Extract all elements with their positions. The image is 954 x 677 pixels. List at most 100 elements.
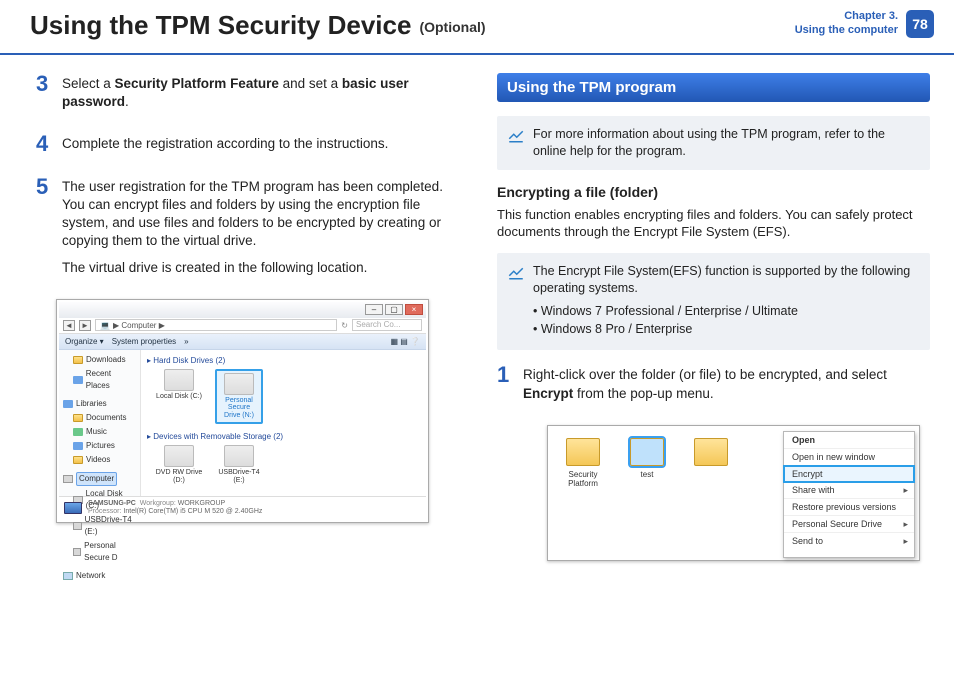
note-icon [507, 263, 525, 281]
explorer-body: Downloads Recent Places Libraries Docume… [59, 350, 426, 496]
usb-icon [73, 522, 82, 530]
chevron-right-icon: ▸ [903, 485, 908, 496]
left-column: 3 Select a Security Platform Feature and… [36, 73, 469, 561]
nav-usb-t4[interactable]: USBDrive-T4 (E:) [63, 513, 136, 539]
list-item: Windows 8 Pro / Enterprise [533, 321, 918, 338]
menu-share-with[interactable]: Share with▸ [784, 482, 914, 499]
content-columns: 3 Select a Security Platform Feature and… [0, 55, 954, 561]
page-number: 78 [912, 16, 928, 32]
hdd-row: Local Disk (C:) Personal Secure Drive (N… [155, 369, 420, 424]
libraries-icon [63, 400, 73, 408]
page-number-badge: 78 [906, 10, 934, 38]
title-block: Using the TPM Security Device (Optional) [30, 10, 486, 41]
folder-icon [694, 438, 728, 466]
folder-unnamed[interactable] [686, 438, 736, 479]
step-number: 3 [36, 73, 52, 119]
nav-forward-button[interactable]: ► [79, 320, 91, 331]
nav-libraries[interactable]: Libraries [63, 397, 136, 411]
explorer-screenshot: – ▢ × ◄ ► 💻 ▶ Computer ▶ ↻ Search Co... … [56, 299, 429, 523]
folder-area: Security Platform test [550, 428, 783, 558]
page-title: Using the TPM Security Device [30, 10, 411, 41]
chevron-right-icon: ▸ [903, 536, 908, 547]
step-body: Complete the registration according to t… [62, 133, 469, 161]
subheading-encrypting: Encrypting a file (folder) [497, 184, 930, 200]
info-note: For more information about using the TPM… [497, 116, 930, 170]
step-4: 4 Complete the registration according to… [36, 133, 469, 161]
usb-icon [224, 445, 254, 467]
command-bar: Organize ▾ System properties » ▦ ▤ ❔ [59, 334, 426, 350]
computer-icon: 💻 [100, 321, 110, 330]
nav-pane: Downloads Recent Places Libraries Docume… [59, 350, 141, 496]
folder-icon [73, 356, 83, 364]
nav-recent[interactable]: Recent Places [63, 367, 136, 393]
toolbar-overflow[interactable]: » [184, 337, 188, 346]
chapter-block: Chapter 3. Using the computer 78 [795, 10, 934, 38]
paragraph: This function enables encrypting files a… [497, 206, 930, 241]
pictures-icon [73, 442, 83, 450]
secure-drive-icon [224, 373, 254, 395]
section-heading: Using the TPM program [497, 73, 930, 102]
organize-menu[interactable]: Organize ▾ [65, 337, 104, 346]
menu-open[interactable]: Open [784, 432, 914, 449]
disk-icon [164, 369, 194, 391]
folder-security-platform[interactable]: Security Platform [558, 438, 608, 488]
menu-open-new-window[interactable]: Open in new window [784, 449, 914, 466]
nav-videos[interactable]: Videos [63, 453, 136, 467]
nav-computer[interactable]: Computer [63, 471, 136, 487]
step-5: 5 The user registration for the TPM prog… [36, 176, 469, 285]
folder-test-selected[interactable]: test [622, 438, 672, 479]
folder-icon [630, 438, 664, 466]
nav-network[interactable]: Network [63, 569, 136, 583]
nav-back-button[interactable]: ◄ [63, 320, 75, 331]
step-3: 3 Select a Security Platform Feature and… [36, 73, 469, 119]
step-number: 4 [36, 133, 52, 161]
drive-usb[interactable]: USBDrive-T4 (E:) [215, 445, 263, 484]
network-icon [63, 572, 73, 580]
right-column: Using the TPM program For more informati… [497, 73, 930, 561]
address-bar-row: ◄ ► 💻 ▶ Computer ▶ ↻ Search Co... [59, 318, 426, 334]
folder-icon [566, 438, 600, 466]
computer-icon [63, 475, 73, 483]
step-body: The user registration for the TPM progra… [62, 176, 469, 285]
dvd-icon [164, 445, 194, 467]
drive-personal-secure[interactable]: Personal Secure Drive (N:) [215, 369, 263, 424]
menu-encrypt[interactable]: Encrypt [783, 465, 915, 483]
nav-downloads[interactable]: Downloads [63, 353, 136, 367]
maximize-button[interactable]: ▢ [385, 304, 403, 315]
context-menu-screenshot: Security Platform test Open Open in new … [547, 425, 920, 561]
chapter-name: Using the computer [795, 24, 898, 38]
page-title-suffix: (Optional) [419, 19, 485, 35]
view-icons[interactable]: ▦ ▤ ❔ [390, 337, 420, 346]
drive-dvd[interactable]: DVD RW Drive (D:) [155, 445, 203, 484]
info-note-os: The Encrypt File System(EFS) function is… [497, 253, 930, 351]
page-header: Using the TPM Security Device (Optional)… [0, 0, 954, 55]
list-item: Windows 7 Professional / Enterprise / Ul… [533, 303, 918, 320]
minimize-button[interactable]: – [365, 304, 383, 315]
nav-documents[interactable]: Documents [63, 411, 136, 425]
nav-music[interactable]: Music [63, 425, 136, 439]
nav-psd[interactable]: Personal Secure D [63, 539, 136, 565]
step-number: 1 [497, 364, 513, 410]
documents-icon [73, 414, 83, 422]
group-hdd[interactable]: ▸ Hard Disk Drives (2) [147, 356, 420, 365]
details-text: SAMSUNG-PC Workgroup: WORKGROUP Processo… [88, 500, 262, 517]
chevron-right-icon: ▸ [903, 519, 908, 530]
menu-personal-secure-drive[interactable]: Personal Secure Drive▸ [784, 516, 914, 533]
context-menu: Open Open in new window Encrypt Share wi… [783, 431, 915, 558]
details-pane: SAMSUNG-PC Workgroup: WORKGROUP Processo… [59, 496, 426, 520]
step-number: 5 [36, 176, 52, 285]
search-input[interactable]: Search Co... [352, 319, 422, 331]
address-bar[interactable]: 💻 ▶ Computer ▶ [95, 319, 337, 331]
menu-send-to[interactable]: Send to▸ [784, 533, 914, 549]
menu-restore-previous[interactable]: Restore previous versions [784, 499, 914, 516]
close-button[interactable]: × [405, 304, 423, 315]
step-1: 1 Right-click over the folder (or file) … [497, 364, 930, 410]
group-removable[interactable]: ▸ Devices with Removable Storage (2) [147, 432, 420, 441]
refresh-icon[interactable]: ↻ [341, 321, 348, 330]
drive-local-c[interactable]: Local Disk (C:) [155, 369, 203, 424]
step-body: Right-click over the folder (or file) to… [523, 364, 930, 410]
step-body: Select a Security Platform Feature and s… [62, 73, 469, 119]
system-properties-button[interactable]: System properties [112, 337, 176, 346]
chapter-number: Chapter 3. [795, 10, 898, 24]
nav-pictures[interactable]: Pictures [63, 439, 136, 453]
